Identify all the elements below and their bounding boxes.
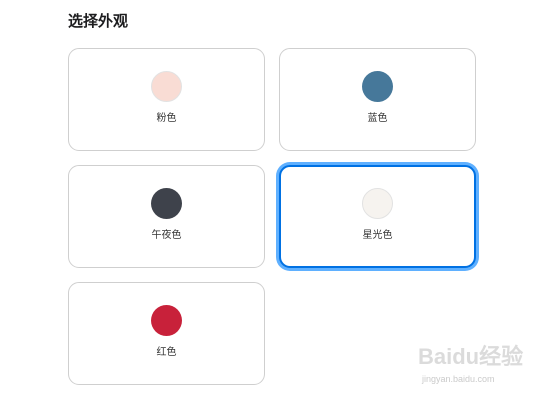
option-label: 粉色 xyxy=(156,113,177,124)
appearance-option-red[interactable]: 红色 xyxy=(68,282,265,385)
option-label: 红色 xyxy=(156,347,177,358)
appearance-option-blue[interactable]: 蓝色 xyxy=(279,48,476,151)
appearance-option-midnight[interactable]: 午夜色 xyxy=(68,165,265,268)
page-title: 选择外观 xyxy=(68,12,129,30)
option-label: 蓝色 xyxy=(367,113,388,124)
color-swatch-blue xyxy=(362,71,393,102)
color-swatch-starlight xyxy=(362,188,393,219)
color-swatch-red xyxy=(151,305,182,336)
option-label: 午夜色 xyxy=(151,230,182,241)
color-swatch-midnight xyxy=(151,188,182,219)
appearance-options-grid: 粉色 蓝色 午夜色 星光色 红色 xyxy=(68,48,476,385)
color-swatch-pink xyxy=(151,71,182,102)
appearance-option-pink[interactable]: 粉色 xyxy=(68,48,265,151)
option-label: 星光色 xyxy=(362,230,393,241)
appearance-option-starlight[interactable]: 星光色 xyxy=(279,165,476,268)
